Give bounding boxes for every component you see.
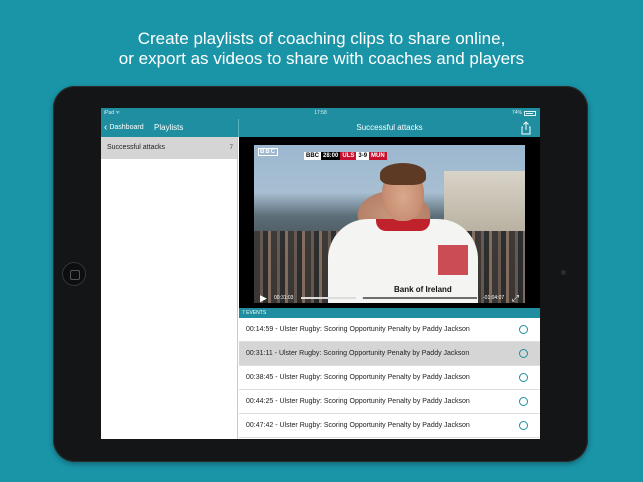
battery-indicator: 74%	[512, 108, 536, 119]
scorebug-broadcaster: BBC	[304, 152, 321, 160]
nav-left: ‹ Dashboard Playlists	[101, 119, 238, 137]
broadcaster-logo: BBC	[258, 148, 278, 156]
status-time: 17:58	[314, 110, 327, 116]
fullscreen-icon[interactable]: ⤢	[512, 292, 519, 304]
back-button[interactable]: ‹ Dashboard	[104, 119, 144, 137]
scorebug: BBC 28:00 ULS 3-9 MUN	[304, 152, 387, 160]
events-count-label: 7 EVENTS	[242, 310, 267, 316]
video-player-area: Bank of Ireland BBC BBC 28:00 ULS 3-9 MU…	[239, 137, 540, 308]
select-circle-icon[interactable]	[519, 397, 528, 406]
app-screen: iPad ᯤ 17:58 74% ‹ Dashboard Playlists S…	[101, 108, 540, 439]
status-bar: iPad ᯤ 17:58 74%	[101, 108, 540, 119]
scorebug-away: MUN	[369, 152, 387, 160]
camera	[561, 270, 566, 275]
scrubber-thumb[interactable]	[356, 294, 364, 301]
event-label: 00:31:11 - Ulster Rugby: Scoring Opportu…	[246, 350, 470, 357]
headline-line-2: or export as videos to share with coache…	[118, 49, 525, 68]
home-button	[62, 262, 86, 286]
video-frame[interactable]: Bank of Ireland BBC BBC 28:00 ULS 3-9 MU…	[254, 145, 525, 303]
event-row[interactable]: 00:14:59 - Ulster Rugby: Scoring Opportu…	[239, 318, 540, 342]
events-header: 7 EVENTS	[239, 308, 540, 318]
player-hair	[380, 163, 426, 185]
headline-line-1: Create playlists of coaching clips to sh…	[137, 29, 506, 48]
scorebug-clock: 28:00	[321, 152, 341, 160]
playlist-item-label: Successful attacks	[107, 144, 165, 151]
playlists-title: Playlists	[154, 123, 184, 132]
current-time: 00:31:03	[274, 295, 294, 301]
event-row[interactable]: 00:38:45 - Ulster Rugby: Scoring Opportu…	[239, 366, 540, 390]
event-row[interactable]: 00:44:25 - Ulster Rugby: Scoring Opportu…	[239, 390, 540, 414]
chevron-left-icon: ‹	[104, 122, 108, 133]
scrubber-track[interactable]	[301, 294, 477, 301]
event-label: 00:44:25 - Ulster Rugby: Scoring Opportu…	[246, 398, 470, 405]
playlist-sidebar: Successful attacks 7	[101, 137, 238, 439]
battery-icon	[524, 111, 536, 116]
remaining-time: -01:04:07	[483, 295, 505, 301]
battery-percent: 74%	[511, 110, 522, 116]
select-circle-icon[interactable]	[519, 325, 528, 334]
event-row[interactable]: 00:31:11 - Ulster Rugby: Scoring Opportu…	[239, 342, 540, 366]
event-label: 00:14:59 - Ulster Rugby: Scoring Opportu…	[246, 326, 470, 333]
scrubber-progress	[301, 297, 360, 299]
back-button-label: Dashboard	[109, 124, 144, 131]
select-circle-icon[interactable]	[519, 421, 528, 430]
scorebug-home: ULS	[340, 152, 357, 160]
video-background-building	[444, 171, 525, 231]
playlist-title: Successful attacks	[356, 123, 423, 132]
navigation-bar: ‹ Dashboard Playlists Successful attacks	[101, 119, 540, 137]
jersey-crest	[438, 245, 468, 275]
event-label: 00:47:42 - Ulster Rugby: Scoring Opportu…	[246, 422, 470, 429]
select-circle-icon[interactable]	[519, 349, 528, 358]
playlist-item-successful-attacks[interactable]: Successful attacks 7	[101, 137, 237, 159]
event-row[interactable]: 00:47:42 - Ulster Rugby: Scoring Opportu…	[239, 414, 540, 438]
video-controls: ▶ 00:31:03 -01:04:07 ⤢	[254, 291, 525, 305]
playlist-detail: Bank of Ireland BBC BBC 28:00 ULS 3-9 MU…	[239, 137, 540, 439]
event-list: 00:14:59 - Ulster Rugby: Scoring Opportu…	[239, 318, 540, 438]
event-label: 00:38:45 - Ulster Rugby: Scoring Opportu…	[246, 374, 470, 381]
play-icon[interactable]: ▶	[260, 292, 267, 304]
headline: Create playlists of coaching clips to sh…	[0, 29, 643, 69]
scorebug-score: 3-9	[356, 152, 370, 160]
select-circle-icon[interactable]	[519, 373, 528, 382]
share-icon[interactable]	[519, 121, 533, 135]
playlist-item-count: 7	[229, 145, 233, 151]
